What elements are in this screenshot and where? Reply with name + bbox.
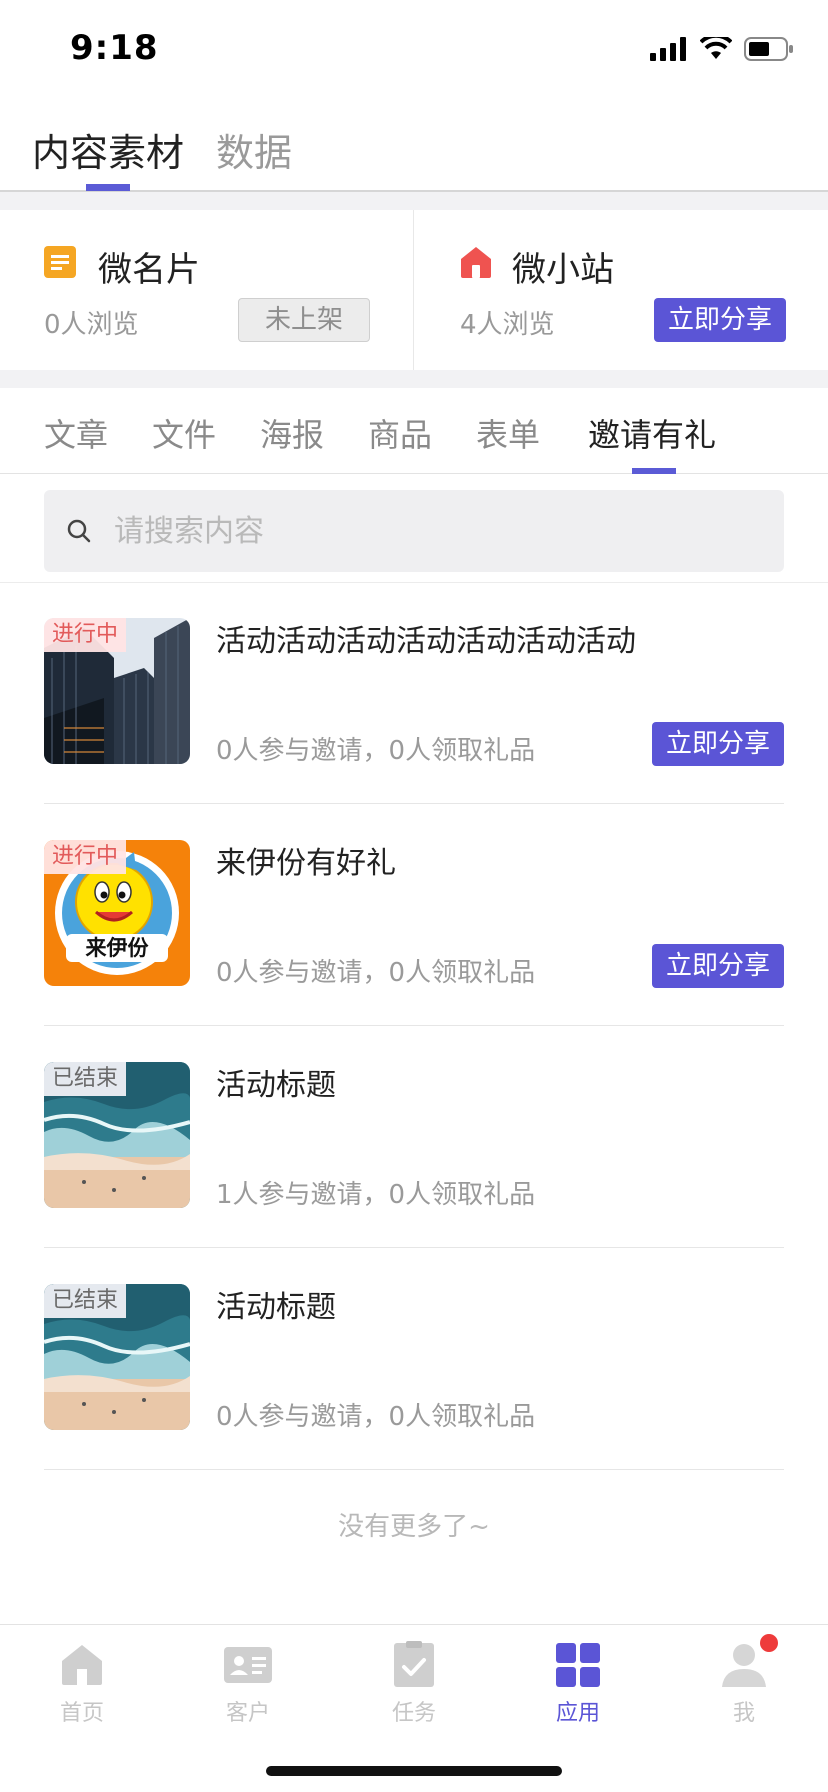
nav-apps[interactable]: 应用 xyxy=(518,1641,638,1727)
search-input[interactable] xyxy=(114,490,754,572)
status-badge: 已结束 xyxy=(44,1062,127,1096)
contact-card-icon xyxy=(224,1647,272,1683)
activity-stats: 1人参与邀请，0人领取礼品 xyxy=(216,1180,536,1210)
document-icon xyxy=(44,246,76,278)
list-item[interactable]: 已结束 活动标题 0人参与邀请，0人领取礼品 xyxy=(44,1248,784,1470)
activity-thumbnail: 进行中 来伊份 xyxy=(44,840,190,986)
house-icon xyxy=(461,247,491,278)
search-bar xyxy=(44,490,784,572)
section-gap xyxy=(0,192,828,210)
activity-thumbnail: 进行中 xyxy=(44,618,190,764)
no-more-text: 没有更多了~ xyxy=(338,1512,490,1542)
signal-icon xyxy=(650,37,686,61)
status-badge: 进行中 xyxy=(44,618,127,652)
nav-label: 我 xyxy=(732,1701,755,1726)
category-tabs: 文章 文件 海报 商品 表单 邀请有礼 xyxy=(0,388,828,474)
clipboard-check-icon xyxy=(394,1641,434,1687)
nav-home[interactable]: 首页 xyxy=(22,1641,142,1727)
card-business-card[interactable]: 微名片 0人浏览 未上架 xyxy=(0,210,414,370)
tab-forms[interactable]: 表单 xyxy=(476,410,540,456)
search-icon xyxy=(67,519,91,543)
tab-active-indicator xyxy=(86,184,130,191)
card-views: 0人浏览 xyxy=(44,310,139,340)
tab-articles[interactable]: 文章 xyxy=(44,410,108,456)
home-indicator xyxy=(266,1766,562,1776)
nav-me[interactable]: 我 xyxy=(684,1641,804,1727)
wifi-icon xyxy=(700,37,732,59)
activity-thumbnail: 已结束 xyxy=(44,1062,190,1208)
tab-posters[interactable]: 海报 xyxy=(260,410,324,456)
tab-files[interactable]: 文件 xyxy=(152,410,216,456)
home-icon xyxy=(62,1645,102,1685)
notification-dot xyxy=(760,1634,778,1652)
activity-stats: 0人参与邀请，0人领取礼品 xyxy=(216,736,536,766)
share-now-button[interactable]: 立即分享 xyxy=(652,944,784,988)
list-item[interactable]: 进行中 活动活动活动活动活动活动活动 0人参与邀请，0人领取礼品 立即分享 xyxy=(44,582,784,804)
share-now-button[interactable]: 立即分享 xyxy=(652,722,784,766)
nav-customers[interactable]: 客户 xyxy=(188,1641,308,1727)
list-item[interactable]: 已结束 活动标题 1人参与邀请，0人领取礼品 xyxy=(44,1026,784,1248)
activity-title: 活动活动活动活动活动活动活动 xyxy=(216,624,636,659)
nav-tasks[interactable]: 任务 xyxy=(354,1641,474,1727)
activity-stats: 0人参与邀请，0人领取礼品 xyxy=(216,958,536,988)
card-title: 微名片 xyxy=(98,250,200,290)
tab-content-material[interactable]: 内容素材 xyxy=(32,122,184,177)
activity-title: 来伊份有好礼 xyxy=(216,846,396,881)
status-bar: 9:18 xyxy=(0,0,828,96)
status-badge: 进行中 xyxy=(44,840,127,874)
nav-label: 任务 xyxy=(391,1701,436,1726)
apps-grid-icon xyxy=(556,1643,600,1687)
share-now-button[interactable]: 立即分享 xyxy=(654,298,786,342)
activity-stats: 0人参与邀请，0人领取礼品 xyxy=(216,1402,536,1432)
status-time: 9:18 xyxy=(70,28,159,68)
tab-data[interactable]: 数据 xyxy=(216,122,292,177)
card-title: 微小站 xyxy=(512,250,614,290)
nav-label: 客户 xyxy=(225,1701,270,1726)
tab-products[interactable]: 商品 xyxy=(368,410,432,456)
battery-icon xyxy=(744,37,793,61)
card-views: 4人浏览 xyxy=(460,310,555,340)
category-active-indicator xyxy=(632,468,676,474)
section-gap xyxy=(0,370,828,388)
nav-label: 应用 xyxy=(555,1701,600,1726)
nav-label: 首页 xyxy=(59,1701,104,1726)
activity-title: 活动标题 xyxy=(216,1068,336,1103)
list-item[interactable]: 进行中 来伊份 来伊份有好礼 0人参与邀请，0人领取礼品 立即分享 xyxy=(44,804,784,1026)
material-cards: 微名片 0人浏览 未上架 微小站 4人浏览 立即分享 xyxy=(0,210,828,370)
activity-thumbnail: 已结束 xyxy=(44,1284,190,1430)
top-tabs: 内容素材 数据 xyxy=(0,96,828,192)
status-badge: 已结束 xyxy=(44,1284,127,1318)
unlisted-button[interactable]: 未上架 xyxy=(238,298,370,342)
card-mini-site[interactable]: 微小站 4人浏览 立即分享 xyxy=(414,210,828,370)
status-icons xyxy=(650,36,794,62)
tab-invite-gifts[interactable]: 邀请有礼 xyxy=(588,410,716,456)
logo-text: 来伊份 xyxy=(85,936,149,960)
activity-title: 活动标题 xyxy=(216,1290,336,1325)
